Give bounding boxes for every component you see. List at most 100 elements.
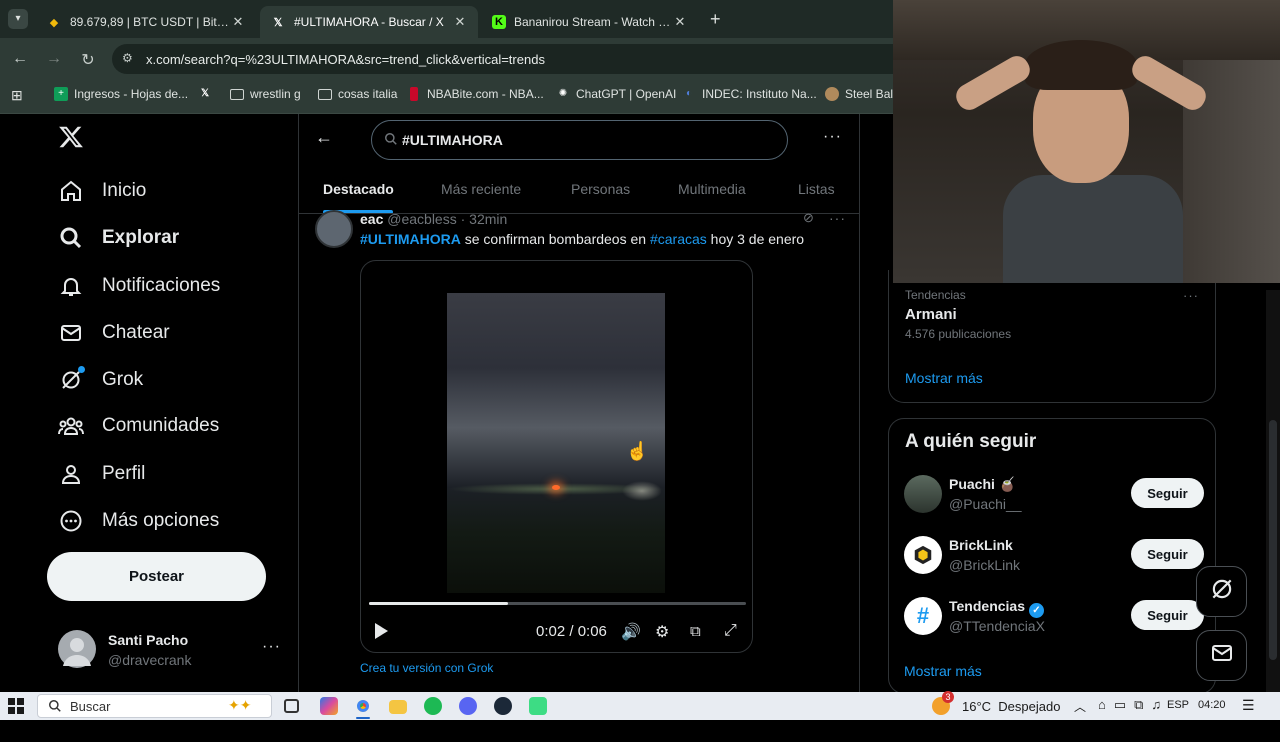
who-to-follow-title: A quién seguir [905,431,1037,452]
url-input[interactable]: ⚙ x.com/search?q=%23ULTIMAHORA&src=trend… [112,44,912,74]
grok-create-link[interactable]: Crea tu versión con Grok [360,661,493,675]
hashtag-link[interactable]: #ULTIMAHORA [360,231,461,247]
browser-tab-x-search[interactable]: 𝕏 #ULTIMAHORA - Buscar / X ✕ [260,6,478,38]
video-progress-track[interactable] [369,602,746,605]
tab-title: 89.679,89 | BTC USDT | Bitcoin t [70,15,230,29]
fullscreen-icon[interactable]: ⤢ [724,622,737,640]
tab-list-dropdown[interactable]: ▾ [8,9,28,29]
account-name: Tendencias [949,598,1025,614]
weather-widget[interactable]: 3 16°C Despejado [932,691,1060,715]
nav-perfil[interactable]: Perfil [58,454,145,494]
settings-icon[interactable]: ⚙ [655,622,669,642]
bookmark-steel-ball[interactable]: Steel Ball [825,87,896,101]
forward-icon[interactable]: → [44,50,64,68]
site-settings-icon[interactable]: ⚙ [122,51,133,65]
steam-icon[interactable] [494,697,512,715]
more-icon[interactable]: ··· [823,128,842,146]
tab-personas[interactable]: Personas [571,181,630,197]
trend-name[interactable]: Armani [905,306,957,323]
bookmark-nbabite[interactable]: NBABite.com - NBA... [410,87,544,101]
bookmark-chatgpt[interactable]: ✺ ChatGPT | OpenAI [556,87,676,101]
nav-notificaciones[interactable]: Notificaciones [58,266,220,306]
close-tab-icon[interactable]: ✕ [230,14,246,30]
more-icon[interactable]: ··· [829,210,846,226]
grok-fab[interactable] [1196,566,1247,617]
post-button[interactable]: Postear [47,552,266,601]
language-indicator[interactable]: ESP [1167,699,1189,711]
x-icon: 𝕏 [273,16,283,29]
search-placeholder: Buscar [70,698,111,714]
follow-button[interactable]: Seguir [1131,600,1204,630]
profile-name: Santi Pacho [108,632,189,648]
webcam-overlay [893,0,1280,283]
tweet-avatar[interactable] [315,210,353,248]
pip-icon[interactable]: ⧉ [690,623,701,640]
video-time: 0:02 / 0:06 [536,623,607,640]
close-tab-icon[interactable]: ✕ [452,14,468,30]
task-view-icon[interactable] [284,699,299,713]
close-tab-icon[interactable]: ✕ [672,14,688,30]
chrome-icon[interactable] [354,697,372,715]
grok-icon[interactable]: ⊘ [803,210,814,226]
follow-button[interactable]: Seguir [1131,539,1204,569]
copilot-sparkle-icon: ✦✦ [228,697,252,713]
follow-row-tendencias[interactable]: # Tendencias ✓ @TTendenciaX Seguir [904,594,1204,638]
volume-icon[interactable]: 🔊 [621,622,641,642]
show-more-link[interactable]: Mostrar más [905,370,983,386]
tab-listas[interactable]: Listas [798,181,835,197]
chrome-active-indicator [356,717,370,719]
follow-button[interactable]: Seguir [1131,478,1204,508]
nav-chatear[interactable]: Chatear [58,313,170,353]
nav-comunidades[interactable]: Comunidades [58,406,219,446]
notifications-icon[interactable]: ☰ [1242,697,1255,714]
scrollbar[interactable] [1266,290,1280,692]
tray-icons[interactable]: ⌂▭⧉♫ [1098,697,1169,713]
bookmark-wrestling[interactable]: wrestlin g [230,87,301,101]
tweet-author-name[interactable]: eac [360,211,383,227]
file-explorer-icon[interactable] [389,700,407,714]
taskbar-search-input[interactable]: Buscar ✦✦ [37,694,272,718]
tweet-author-handle[interactable]: @eacbless [387,211,456,227]
nav-label: Explorar [102,227,180,248]
browser-tab-stream[interactable]: K Bananirou Stream - Watch Live ✕ [482,6,698,38]
search-input[interactable]: #ULTIMAHORA [371,120,788,160]
follow-row-bricklink[interactable]: BrickLink @BrickLink Seguir [904,533,1204,577]
show-more-link[interactable]: Mostrar más [904,663,982,679]
browser-tab-btc[interactable]: ◆ 89.679,89 | BTC USDT | Bitcoin t ✕ [36,6,256,38]
clock[interactable]: 04:20 [1198,699,1226,711]
bookmark-indec[interactable]: ◐ INDEC: Instituto Na... [682,87,817,101]
reload-icon[interactable]: ↻ [78,50,98,70]
copilot-icon[interactable] [320,697,338,715]
bookmark-ingresos[interactable]: + Ingresos - Hojas de... [54,87,188,101]
discord-icon[interactable] [459,697,477,715]
scrollbar-thumb[interactable] [1269,420,1277,660]
x-logo[interactable] [58,124,86,154]
messages-fab[interactable] [1196,630,1247,681]
android-app-icon[interactable] [529,697,547,715]
back-icon[interactable]: ← [10,50,30,68]
nav-grok[interactable]: Grok [58,360,143,400]
account-switcher[interactable]: Santi Pacho @dravecrank ··· [58,630,288,670]
bookmark-cosas-italia[interactable]: cosas italia [318,87,397,101]
back-arrow-icon[interactable]: ← [315,127,333,148]
new-tab-button[interactable]: + [710,9,721,30]
nav-explorar[interactable]: Explorar [58,218,179,258]
spotify-icon[interactable] [424,697,442,715]
windows-start-icon[interactable] [8,698,24,714]
tab-multimedia[interactable]: Multimedia [678,181,746,197]
nav-mas-opciones[interactable]: Más opciones [58,501,219,541]
tray-chevron-icon[interactable]: ︿ [1074,698,1086,715]
hashtag-link[interactable]: #caracas [650,231,707,247]
bookmark-x[interactable]: 𝕏 [198,87,218,101]
play-icon[interactable] [373,622,389,645]
grok-icon [1209,576,1235,607]
tab-destacado[interactable]: Destacado [323,181,394,197]
video-player[interactable]: ☝ 0:02 / 0:06 🔊 ⚙ ⧉ ⤢ [360,260,753,653]
openai-icon: ✺ [558,88,568,99]
more-icon[interactable]: ··· [1183,288,1199,303]
nav-inicio[interactable]: Inicio [58,171,146,211]
tweet-time[interactable]: · 32min [461,211,508,227]
tab-mas-reciente[interactable]: Más reciente [441,181,521,197]
follow-row-puachi[interactable]: Puachi 🧉 @Puachi__ Seguir [904,472,1204,516]
apps-icon[interactable]: ⊞ [11,87,23,104]
